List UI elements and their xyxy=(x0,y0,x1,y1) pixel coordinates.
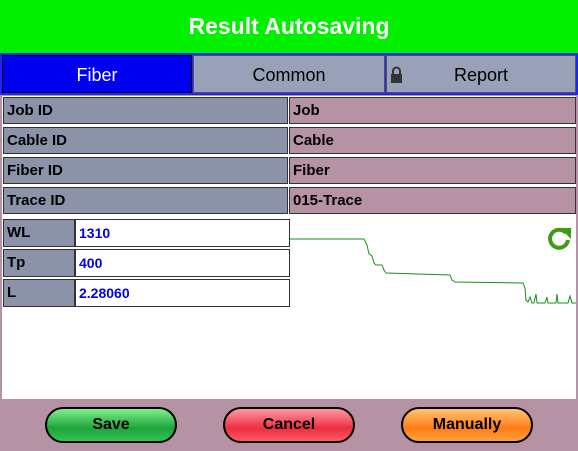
tp-label: Tp xyxy=(3,249,75,277)
wl-value: 1310 xyxy=(75,219,290,247)
cable-id-field[interactable]: Cable xyxy=(289,127,576,154)
trace-graph xyxy=(290,238,576,304)
cable-id-label: Cable ID xyxy=(3,127,288,154)
refresh-icon[interactable] xyxy=(546,225,572,251)
field-row: Trace ID 015-Trace xyxy=(2,186,576,214)
length-label: L xyxy=(3,279,75,307)
cancel-button[interactable]: Cancel xyxy=(223,407,355,443)
page-title: Result Autosaving xyxy=(0,0,578,53)
job-id-field[interactable]: Job xyxy=(289,97,576,124)
param-row: Tp 400 xyxy=(3,249,290,277)
param-row: L 2.28060 xyxy=(3,279,290,307)
manually-button[interactable]: Manually xyxy=(401,407,533,443)
param-row: WL 1310 xyxy=(3,219,290,247)
lock-icon xyxy=(391,66,402,83)
length-value: 2.28060 xyxy=(75,279,290,307)
tab-bar: Fiber Common Report xyxy=(0,53,578,95)
job-id-label: Job ID xyxy=(3,97,288,124)
tab-fiber[interactable]: Fiber xyxy=(2,55,192,93)
tab-report-label: Report xyxy=(453,65,509,85)
tab-common[interactable]: Common xyxy=(193,55,385,93)
trace-id-field[interactable]: 015-Trace xyxy=(289,187,576,214)
fiber-panel: Job ID Job Cable ID Cable Fiber ID Fiber… xyxy=(2,96,576,399)
trace-id-label: Trace ID xyxy=(3,187,288,214)
wl-label: WL xyxy=(3,219,75,247)
tab-report[interactable]: Report xyxy=(386,55,576,93)
save-button[interactable]: Save xyxy=(45,407,177,443)
field-row: Cable ID Cable xyxy=(2,126,576,154)
field-row: Fiber ID Fiber xyxy=(2,156,576,184)
fiber-id-field[interactable]: Fiber xyxy=(289,157,576,184)
trace-preview xyxy=(290,219,576,307)
tp-value: 400 xyxy=(75,249,290,277)
field-row: Job ID Job xyxy=(2,96,576,124)
fiber-id-label: Fiber ID xyxy=(3,157,288,184)
